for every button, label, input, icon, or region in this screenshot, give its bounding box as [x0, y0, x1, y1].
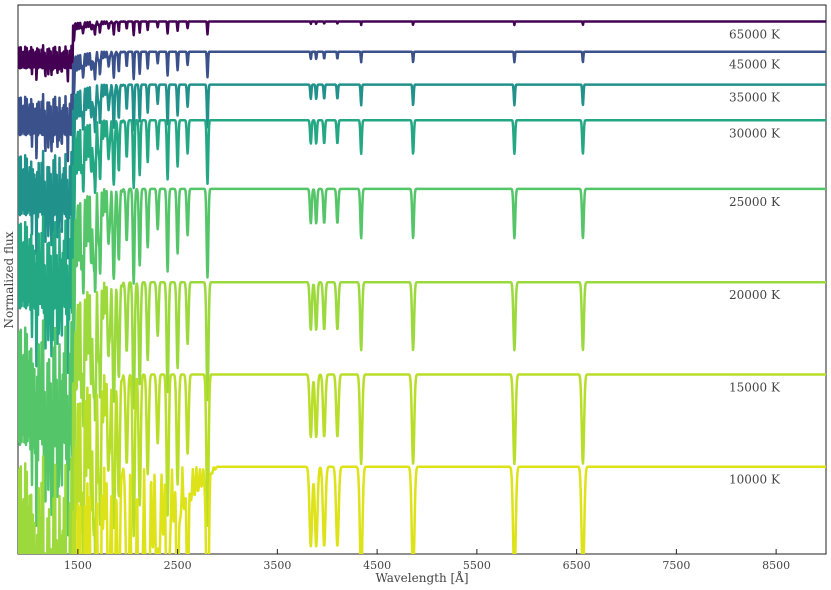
series-label: 10000 K: [729, 473, 781, 487]
series-label: 65000 K: [729, 27, 781, 41]
series-label: 15000 K: [729, 380, 781, 394]
y-axis-label: Normalized flux: [2, 231, 16, 328]
series-label: 25000 K: [729, 195, 781, 209]
x-tick-label: 7500: [662, 559, 690, 572]
series-label: 35000 K: [729, 91, 781, 105]
series-label: 30000 K: [729, 126, 781, 140]
series-label: 45000 K: [729, 58, 781, 72]
series-label: 20000 K: [729, 288, 781, 302]
x-axis-label: Wavelength [Å]: [375, 570, 468, 585]
x-tick-label: 2500: [164, 559, 192, 572]
spectra-chart: 65000 K 45000 K 35000 K 30000 K 25000 K 20000…: [2, 4, 827, 585]
x-tick-label: 1500: [64, 559, 92, 572]
x-tick-label: 6500: [563, 559, 591, 572]
x-tick-label: 3500: [263, 559, 291, 572]
x-tick-label: 8500: [762, 559, 790, 572]
